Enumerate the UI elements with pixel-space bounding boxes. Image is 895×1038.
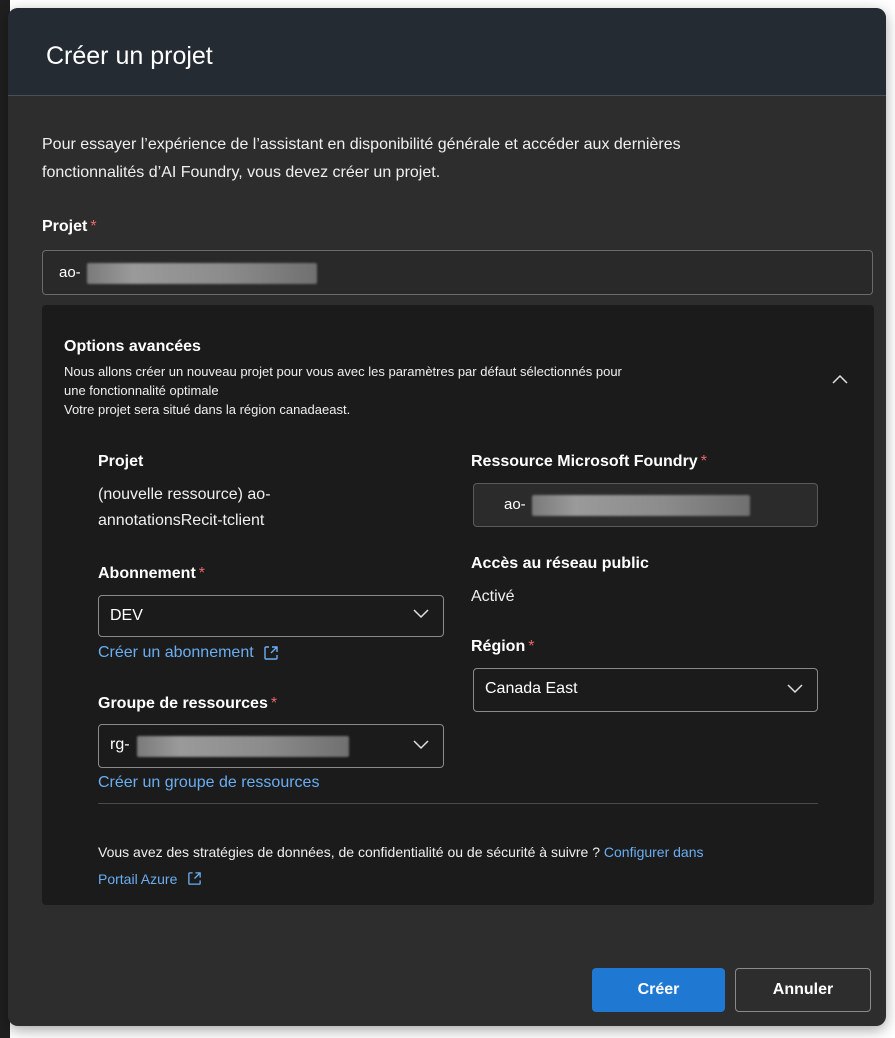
foundry-resource-label-text: Ressource Microsoft Foundry (471, 453, 698, 470)
azure-portal-link[interactable]: Portail Azure (98, 871, 177, 887)
required-asterisk: * (528, 638, 535, 655)
intro-line-1: Pour essayer l’expérience de l’assistant… (42, 136, 681, 153)
advanced-options-title: Options avancées (64, 338, 201, 355)
region-label: Région * (471, 638, 534, 656)
public-network-value: Activé (471, 588, 515, 605)
subscription-select[interactable]: DEV (98, 595, 444, 637)
project-name-input[interactable]: ao- (42, 250, 873, 295)
project-name-value: ao- (59, 264, 81, 281)
create-subscription-link-text: Créer un abonnement (98, 644, 254, 661)
create-project-dialog: Créer un projet Pour essayer l’expérienc… (8, 8, 886, 1026)
redacted-text (87, 263, 317, 284)
required-asterisk: * (270, 695, 278, 712)
create-button[interactable]: Créer (592, 968, 725, 1012)
create-resource-group-link[interactable]: Créer un groupe de ressources (98, 774, 319, 792)
create-resource-group-link-text: Créer un groupe de ressources (98, 774, 320, 791)
project-name-label-text: Projet (42, 218, 88, 235)
external-link-icon (188, 872, 202, 885)
project-value: (nouvelle ressource) ao- annotationsReci… (98, 482, 271, 534)
required-asterisk: * (198, 565, 206, 582)
data-policy-note: Vous avez des stratégies de données, de … (98, 839, 828, 893)
public-network-label: Accès au réseau public (471, 555, 649, 572)
chevron-down-icon (413, 609, 429, 619)
subscription-value: DEV (110, 607, 143, 624)
resource-group-label: Groupe de ressources * (98, 695, 277, 713)
advanced-desc-line-1: Nous allons créer un nouveau projet pour… (64, 364, 622, 379)
dialog-header: Créer un projet (8, 8, 886, 96)
resource-group-label-text: Groupe de ressources (98, 695, 268, 712)
advanced-desc-line-2: une fonctionnalité optimale (64, 383, 219, 398)
redacted-text (137, 736, 349, 757)
project-name-label: Projet * (42, 218, 97, 236)
chevron-down-icon (787, 684, 803, 694)
footnote-line-1: Vous avez des stratégies de données, de … (98, 839, 828, 866)
footnote-text: Vous avez des stratégies de données, de … (98, 844, 600, 860)
dialog-title: Créer un projet (46, 42, 213, 70)
chevron-down-icon (413, 740, 429, 750)
project-label: Projet (98, 453, 144, 470)
foundry-resource-label: Ressource Microsoft Foundry * (471, 453, 707, 471)
resource-group-value: rg- (110, 736, 130, 753)
cancel-button[interactable]: Annuler (735, 968, 871, 1012)
intro-text: Pour essayer l’expérience de l’assistant… (42, 131, 842, 187)
intro-line-2: fonctionnalités d’AI Foundry, vous devez… (42, 164, 441, 181)
region-label-text: Région (471, 638, 526, 655)
create-subscription-link[interactable]: Créer un abonnement (98, 644, 279, 662)
footnote-line-2: Portail Azure (98, 866, 828, 893)
project-value-line-2: annotationsRecit-tclient (98, 512, 265, 529)
chevron-up-icon (832, 374, 848, 384)
section-divider (98, 803, 818, 804)
subscription-label-text: Abonnement (98, 565, 196, 582)
required-asterisk: * (700, 453, 707, 470)
region-value: Canada East (485, 680, 578, 697)
foundry-resource-value: ao- (504, 496, 526, 513)
advanced-desc-line-3: Votre projet sera situé dans la région c… (64, 402, 351, 417)
required-asterisk: * (90, 218, 97, 235)
project-value-line-1: (nouvelle ressource) ao- (98, 486, 271, 503)
region-select[interactable]: Canada East (473, 668, 818, 712)
advanced-options-description: Nous allons créer un nouveau projet pour… (64, 362, 794, 419)
redacted-text (532, 495, 750, 516)
configure-azure-portal-link[interactable]: Configurer dans (604, 844, 704, 860)
subscription-label: Abonnement * (98, 565, 205, 583)
external-link-icon (263, 646, 278, 660)
resource-group-select[interactable]: rg- (98, 724, 444, 768)
collapse-advanced-button[interactable] (826, 365, 854, 393)
advanced-options-panel: Options avancées Nous allons créer un no… (42, 305, 874, 905)
foundry-resource-input[interactable]: ao- (473, 483, 818, 527)
